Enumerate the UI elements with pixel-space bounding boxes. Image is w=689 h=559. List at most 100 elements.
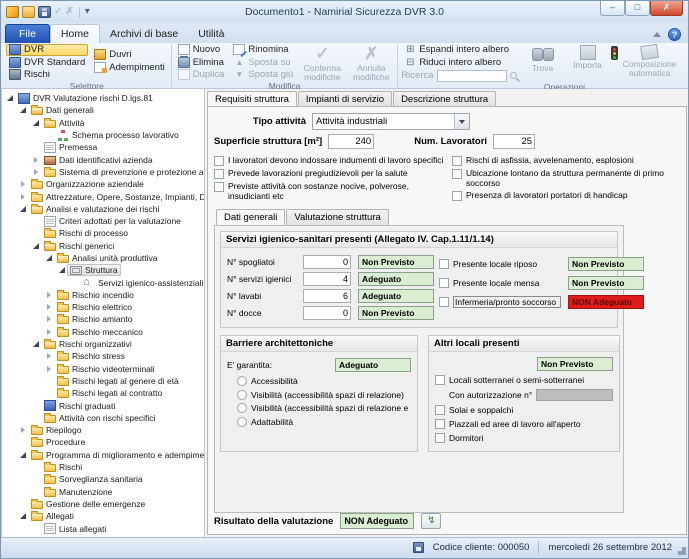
tree-item[interactable]: Dati identificativi azienda (2, 153, 204, 165)
servizi-count-input[interactable] (303, 289, 351, 303)
radio-row[interactable]: Visibilità (accessibilità spazi di relaz… (237, 390, 411, 400)
help-icon[interactable] (668, 28, 681, 41)
rinomina-button[interactable]: Rinomina (230, 44, 296, 56)
tree-item[interactable]: Servizi igienico-assistenziali (2, 276, 204, 288)
tree-expander-icon[interactable] (44, 304, 54, 310)
composizione-automatica-button[interactable]: Composizione automatica (621, 44, 679, 77)
importa-button[interactable]: Importa (569, 44, 607, 70)
radio-button[interactable] (237, 417, 247, 427)
tree-item[interactable]: Gestione delle emergenze (2, 498, 204, 510)
save-icon[interactable] (38, 6, 51, 18)
resize-grip[interactable] (682, 551, 686, 555)
tree-item[interactable]: Rischi di processo (2, 227, 204, 239)
radio-button[interactable] (237, 403, 247, 413)
checkbox[interactable] (439, 278, 449, 288)
tree-expander-icon[interactable] (18, 427, 28, 433)
tree-expander-icon[interactable] (18, 452, 28, 458)
sposta-giu-button[interactable]: Sposta giù (230, 69, 296, 81)
tab-valutazione-struttura[interactable]: Valutazione struttura (286, 209, 388, 225)
annulla-modifiche-button[interactable]: Annulla modifiche (348, 44, 394, 81)
close-button[interactable] (650, 1, 683, 16)
tree-expander-icon[interactable] (18, 513, 28, 519)
tipo-attivita-select[interactable]: Attività industriali (312, 113, 470, 130)
checkbox[interactable] (439, 259, 449, 269)
tree-item[interactable]: Attrezzature, Opere, Sostanze, Impianti,… (2, 190, 204, 202)
checkbox[interactable] (452, 191, 462, 201)
checkbox-row[interactable]: I lavoratori devono indossare indumenti … (214, 156, 452, 166)
tree-expander-icon[interactable] (44, 316, 54, 322)
tree-item[interactable]: Sorveglianza sanitaria (2, 473, 204, 485)
tree-item[interactable]: Dati generali (2, 104, 204, 116)
tab-file[interactable]: File (5, 24, 50, 43)
checkbox[interactable] (435, 419, 445, 429)
tree-expander-icon[interactable] (18, 107, 28, 113)
checkbox[interactable] (439, 297, 449, 307)
tree-item[interactable]: Procedure (2, 436, 204, 448)
superficie-input[interactable] (328, 134, 374, 149)
tab-impianti-di-servizio[interactable]: Impianti di servizio (298, 91, 392, 106)
nuovo-button[interactable]: Nuovo (175, 44, 228, 56)
duvri-button[interactable]: Duvri (91, 49, 167, 61)
tree-item[interactable]: Analisi e valutazione dei rischi (2, 203, 204, 215)
ribbon-collapse-icon[interactable] (653, 32, 661, 37)
tree-item[interactable]: Rischi graduati (2, 399, 204, 411)
tree-expander-icon[interactable] (31, 243, 41, 249)
servizi-count-input[interactable] (303, 306, 351, 320)
solai-row[interactable]: Solai e soppalchi (435, 405, 613, 415)
checkbox-row[interactable]: Ubicazione lontano da struttura permanen… (452, 169, 680, 188)
tree-item[interactable]: Lista allegati (2, 522, 204, 534)
cancel-icon[interactable] (65, 6, 73, 18)
adempimenti-button[interactable]: Adempimenti (91, 62, 167, 74)
tree-expander-icon[interactable] (57, 267, 67, 273)
dvr-button[interactable]: DVR (6, 44, 88, 56)
tree-item[interactable]: Analisi unità produttiva (2, 252, 204, 264)
ricerca-input[interactable] (437, 70, 507, 82)
radio-button[interactable] (237, 376, 247, 386)
trova-button[interactable]: Trova (520, 44, 566, 73)
tree-item[interactable]: Struttura (2, 264, 204, 276)
calcola-button[interactable] (421, 513, 441, 529)
tab-descrizione-struttura[interactable]: Descrizione struttura (393, 91, 496, 106)
riduci-albero-button[interactable]: Riduci intero albero (401, 57, 516, 69)
servizi-count-input[interactable] (303, 255, 351, 269)
tree-expander-icon[interactable] (18, 194, 28, 200)
semaforo-icon[interactable] (611, 46, 618, 60)
tree-item[interactable]: Riepilogo (2, 424, 204, 436)
tab-requisiti-struttura[interactable]: Requisiti struttura (207, 91, 297, 106)
confirm-icon[interactable] (54, 6, 62, 18)
tree-expander-icon[interactable] (44, 292, 54, 298)
tree-item[interactable]: Manutenzione (2, 486, 204, 498)
checkbox[interactable] (452, 156, 462, 166)
tree-item[interactable]: Rischi legati al contratto (2, 387, 204, 399)
tree-item[interactable]: Rischio incendio (2, 289, 204, 301)
radio-row[interactable]: Adattabilità (237, 417, 411, 427)
radio-row[interactable]: Visibilità (accessibilità spazi di relaz… (237, 403, 411, 413)
tree-item[interactable]: Attività (2, 117, 204, 129)
tree-item[interactable]: Sistema di prevenzione e protezione azie… (2, 166, 204, 178)
tree-expander-icon[interactable] (18, 181, 28, 187)
open-icon[interactable] (22, 6, 35, 18)
servizi-count-input[interactable] (303, 272, 351, 286)
tab-home[interactable]: Home (50, 24, 100, 43)
piazzali-row[interactable]: Piazzali ed aree di lavoro all'aperto (435, 419, 613, 429)
sposta-su-button[interactable]: Sposta su (230, 57, 296, 69)
tree-item[interactable]: Rischio amianto (2, 313, 204, 325)
dormitori-row[interactable]: Dormitori (435, 433, 613, 443)
tree-item[interactable]: Rischio meccanico (2, 326, 204, 338)
duplica-button[interactable]: Duplica (175, 69, 228, 81)
checkbox[interactable] (435, 433, 445, 443)
dvr-standard-button[interactable]: DVR Standard (6, 57, 88, 69)
tree-item[interactable]: DVR Valutazione rischi D.lgs.81 (2, 92, 204, 104)
checkbox[interactable] (452, 169, 462, 179)
num-lavoratori-input[interactable] (493, 134, 535, 149)
tree-expander-icon[interactable] (31, 341, 41, 347)
tree-item[interactable]: Rischio videoterminali (2, 363, 204, 375)
checkbox-row[interactable]: Prevede lavorazioni pregiudizievoli per … (214, 169, 452, 179)
tree-item[interactable]: Rischio stress (2, 350, 204, 362)
elimina-button[interactable]: Elimina (175, 57, 228, 69)
tree-item[interactable]: Attività con rischi specifici (2, 412, 204, 424)
checkbox[interactable] (214, 156, 224, 166)
tree-item[interactable]: Criteri adottati per la valutazione (2, 215, 204, 227)
tree-expander-icon[interactable] (44, 329, 54, 335)
radio-button[interactable] (237, 390, 247, 400)
